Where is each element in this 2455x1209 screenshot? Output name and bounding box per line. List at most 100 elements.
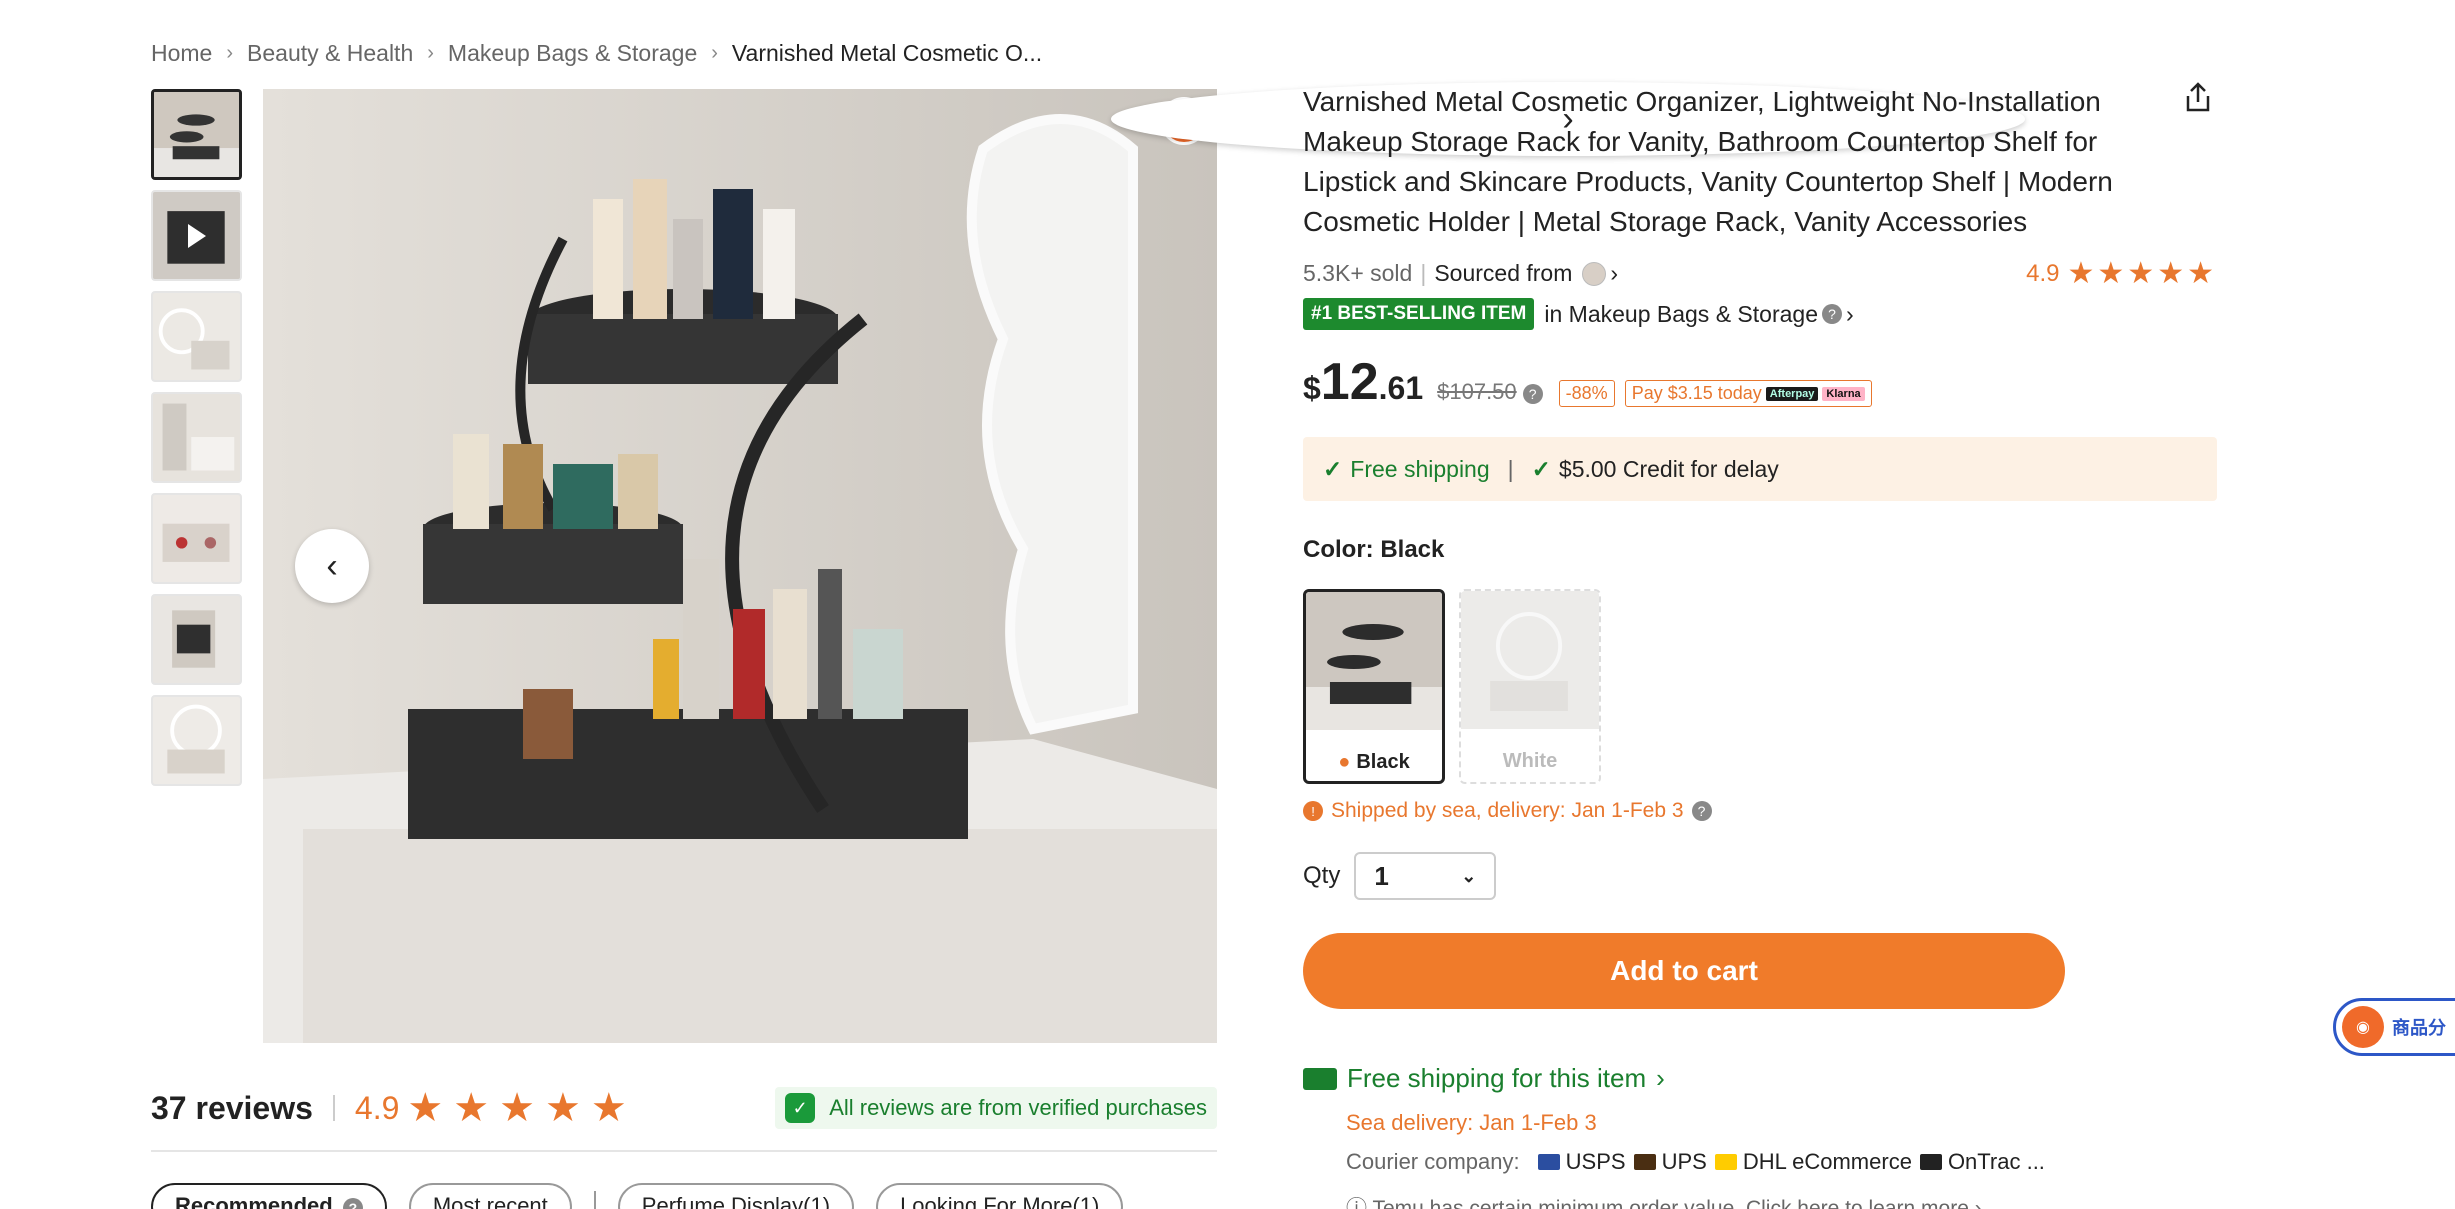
swatch-label: ● Black [1338, 751, 1410, 773]
color-option-black[interactable]: ● Black [1303, 589, 1445, 784]
divider: | [1420, 260, 1427, 286]
original-price: $107.50 [1437, 379, 1517, 404]
shield-icon: ✓ [785, 1093, 816, 1123]
thumbnail-5[interactable] [151, 493, 242, 584]
courier-usps: USPS [1565, 1149, 1626, 1174]
divider: | [1507, 455, 1514, 482]
price-decimal: .61 [1378, 370, 1424, 406]
credit-for-delay: $5.00 Credit for delay [1558, 455, 1779, 482]
floating-badge-text: 商品分 [2392, 1018, 2446, 1038]
filter-perfume-display[interactable]: Perfume Display(1) [617, 1183, 855, 1209]
chevron-right-icon: › [1656, 1063, 1665, 1093]
play-icon [187, 223, 206, 248]
floating-analytics-badge[interactable]: ◉ 商品分 [2333, 998, 2455, 1056]
thumbnail-7[interactable] [151, 695, 242, 786]
sea-shipping-text: Shipped by sea, delivery: Jan 1-Feb 3 [1331, 799, 1684, 822]
product-main-image[interactable] [263, 89, 1217, 1043]
analytics-icon: ◉ [2342, 1006, 2384, 1048]
help-icon[interactable]: ? [1522, 384, 1543, 404]
product-title: Varnished Metal Cosmetic Organizer, Ligh… [1303, 86, 2113, 237]
sold-count: 5.3K+ sold [1303, 260, 1413, 286]
reviews-count[interactable]: 37 reviews [151, 1090, 313, 1127]
free-shipping-link[interactable]: Free shipping for this item › [1303, 1063, 1665, 1094]
chevron-right-icon: › [1974, 1197, 1982, 1209]
usps-logo-icon [1537, 1154, 1560, 1170]
quantity-select[interactable]: 1 ⌄ [1354, 852, 1497, 900]
bestseller-badge: #1 BEST-SELLING ITEM [1303, 298, 1535, 330]
filter-most-recent[interactable]: Most recent [408, 1183, 572, 1209]
color-label: Color: Black [1303, 536, 1445, 563]
thumbnail-3[interactable] [151, 291, 242, 382]
thumbnail-4[interactable] [151, 392, 242, 483]
star-rating-icon[interactable]: ★★★★★ [2068, 256, 2217, 291]
pay-today-badge[interactable]: Pay $3.15 today Afterpay Klarna [1624, 380, 1872, 407]
avatar[interactable] [1582, 261, 1607, 286]
divider [332, 1095, 335, 1121]
add-to-cart-button[interactable]: Add to cart [1303, 933, 2065, 1009]
discount-badge: -88% [1558, 380, 1615, 407]
free-shipping-text: Free shipping [1350, 455, 1490, 482]
verified-purchases-badge: ✓ All reviews are from verified purchase… [775, 1087, 1217, 1129]
swatch-image [1306, 592, 1442, 730]
filter-recommended[interactable]: Recommended ? [151, 1183, 387, 1209]
filter-looking-for-more[interactable]: Looking For More(1) [876, 1183, 1124, 1209]
courier-ups: UPS [1661, 1149, 1707, 1174]
info-icon: ⓘ [1346, 1197, 1367, 1209]
flame-icon: ● [1338, 751, 1351, 773]
check-icon: ✓ [1531, 455, 1551, 482]
breadcrumb-home[interactable]: Home [151, 40, 212, 67]
shipping-benefits: ✓ Free shipping | ✓ $5.00 Credit for del… [1303, 437, 2217, 501]
price-row: $ 12 .61 $107.50 ? -88% Pay $3.15 today … [1303, 352, 1872, 412]
sourced-from[interactable]: Sourced from [1434, 260, 1572, 287]
product-rating[interactable]: 4.9 [2026, 260, 2059, 288]
min-order-notice[interactable]: ⓘ Temu has certain minimum order value. … [1346, 1192, 1982, 1209]
thumbnail-video[interactable] [151, 190, 242, 281]
breadcrumb-current: Varnished Metal Cosmetic O... [731, 40, 1043, 66]
help-icon[interactable]: ? [1821, 304, 1842, 324]
ups-logo-icon [1633, 1154, 1656, 1170]
chevron-left-icon[interactable]: ‹ [295, 529, 369, 603]
quantity-row: Qty 1 ⌄ [1303, 852, 1497, 900]
bestseller-category[interactable]: in Makeup Bags & Storage [1544, 301, 1818, 328]
share-icon[interactable] [2181, 80, 2215, 114]
thumbnail-list [151, 89, 242, 796]
thumbnail-6[interactable] [151, 594, 242, 685]
min-order-text: Temu has certain minimum order value. Cl… [1372, 1197, 1969, 1209]
reviews-summary: 37 reviews 4.9 ★★★★★ ✓ All reviews are f… [151, 1085, 1217, 1131]
check-icon: ✓ [1323, 455, 1343, 482]
breadcrumb-makeup-bags[interactable]: Makeup Bags & Storage [448, 40, 697, 67]
chevron-right-icon: › [427, 42, 434, 64]
swatch-label: White [1502, 750, 1558, 772]
star-rating-icon: ★★★★★ [407, 1086, 637, 1130]
courier-label: Courier company: [1346, 1149, 1520, 1174]
afterpay-logo: Afterpay [1765, 386, 1819, 401]
courier-list: Courier company: USPS UPS DHL eCommerce … [1346, 1149, 2045, 1175]
quantity-value: 1 [1374, 860, 1389, 891]
chevron-down-icon: ⌄ [1461, 865, 1477, 886]
color-option-white[interactable]: White [1459, 589, 1601, 784]
chevron-right-icon: › [711, 42, 718, 64]
chevron-right-icon[interactable]: › [1846, 301, 1854, 328]
price-currency: $ [1303, 370, 1321, 406]
courier-ontrac: OnTrac ... [1947, 1149, 2045, 1174]
dhl-logo-icon [1714, 1154, 1737, 1170]
chevron-right-icon[interactable]: › [1610, 260, 1618, 287]
chevron-right-icon: › [226, 42, 234, 64]
bestseller-row[interactable]: #1 BEST-SELLING ITEM in Makeup Bags & St… [1303, 298, 1854, 330]
free-shipping-link-text: Free shipping for this item [1347, 1063, 1647, 1093]
product-info: Varnished Metal Cosmetic Organizer, Ligh… [1303, 82, 2217, 242]
truck-icon [1303, 1067, 1337, 1090]
help-icon[interactable]: ? [1691, 801, 1712, 821]
thumbnail-1[interactable] [151, 89, 242, 180]
divider [151, 1150, 1217, 1152]
product-meta: 5.3K+ sold | Sourced from › 4.9 ★★★★★ [1303, 256, 2217, 291]
review-filters: Recommended ? Most recent Perfume Displa… [151, 1183, 1145, 1209]
breadcrumb: Home › Beauty & Health › Makeup Bags & S… [151, 40, 1042, 67]
breadcrumb-beauty-health[interactable]: Beauty & Health [247, 40, 413, 67]
ontrac-logo-icon [1919, 1154, 1942, 1170]
klarna-logo: Klarna [1822, 386, 1865, 401]
verified-text: All reviews are from verified purchases [829, 1095, 1207, 1120]
help-icon: ? [342, 1198, 363, 1209]
sea-shipping-notice: ! Shipped by sea, delivery: Jan 1-Feb 3 … [1303, 799, 1712, 823]
swatch-image [1461, 591, 1599, 729]
